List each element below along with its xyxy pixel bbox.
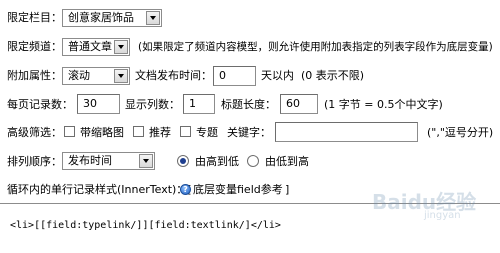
keyword-input[interactable] [275, 122, 418, 142]
time-input[interactable]: 0 [213, 66, 256, 86]
sort-select-value: 发布时间 [68, 154, 112, 167]
attr-select-value: 滚动 [68, 69, 90, 82]
time-unit: 天以内 [261, 69, 294, 82]
column-select-value: 创意家居饰品 [68, 11, 134, 24]
innertext-label: 循环内的单行记录样式(InnerText)：[ [7, 183, 192, 196]
filter-label: 高级筛选： [7, 126, 62, 139]
rows-input-value: 30 [83, 97, 97, 110]
rows-input[interactable]: 30 [77, 94, 120, 114]
help-icon[interactable]: ? [180, 184, 191, 195]
cols-input-value: 1 [189, 97, 196, 110]
chevron-down-icon [114, 69, 128, 83]
cols-label: 显示列数： [125, 98, 180, 111]
innertext-code: <li>[[field:typelink/]][field:textlink/]… [10, 220, 281, 231]
special-checkbox-label: 专题 [196, 126, 218, 139]
sort-desc-radio[interactable] [177, 155, 189, 167]
time-input-value: 0 [219, 69, 226, 82]
cols-input[interactable]: 1 [183, 94, 215, 114]
innertext-close-bracket: ] [285, 183, 290, 196]
special-checkbox[interactable] [180, 126, 191, 137]
chevron-down-icon [114, 40, 128, 54]
channel-label: 限定频道： [7, 40, 62, 53]
keyword-label: 关键字： [227, 126, 271, 139]
channel-select-value: 普通文章 [68, 40, 112, 53]
sort-select[interactable]: 发布时间 [62, 152, 155, 170]
recommend-checkbox[interactable] [133, 126, 144, 137]
watermark-sub: jingyan [424, 210, 461, 221]
title-length-input[interactable]: 60 [280, 94, 318, 114]
sort-label: 排列顺序： [7, 155, 62, 168]
channel-note: (如果限定了频道内容模型，则允许使用附加表指定的列表字段作为底层变量) [138, 41, 493, 53]
title-length-label: 标题长度： [221, 98, 276, 111]
column-label: 限定栏目： [7, 11, 62, 24]
attr-select[interactable]: 滚动 [62, 67, 130, 85]
time-note: (0 表示不限) [301, 69, 365, 82]
thumb-checkbox-label: 带缩略图 [80, 126, 124, 139]
title-length-input-value: 60 [286, 97, 300, 110]
keyword-note: (","逗号分开) [427, 126, 494, 139]
sort-asc-label: 由低到高 [265, 155, 309, 168]
time-label: 文档发布时间： [135, 69, 212, 82]
thumb-checkbox[interactable] [64, 126, 75, 137]
chevron-down-icon [139, 154, 153, 168]
field-reference-link[interactable]: 底层变量field参考 [193, 183, 283, 197]
attr-label: 附加属性： [7, 69, 62, 82]
title-length-note: (1 字节 = 0.5个中文字) [324, 98, 443, 111]
column-select[interactable]: 创意家居饰品 [62, 9, 162, 27]
channel-select[interactable]: 普通文章 [62, 38, 130, 56]
chevron-down-icon [146, 11, 160, 25]
sort-asc-radio[interactable] [247, 155, 259, 167]
baidu-watermark: Baidu经验 jingyan [354, 160, 494, 230]
recommend-checkbox-label: 推荐 [149, 126, 171, 139]
rows-label: 每页记录数： [7, 98, 73, 111]
sort-desc-label: 由高到低 [195, 155, 239, 168]
